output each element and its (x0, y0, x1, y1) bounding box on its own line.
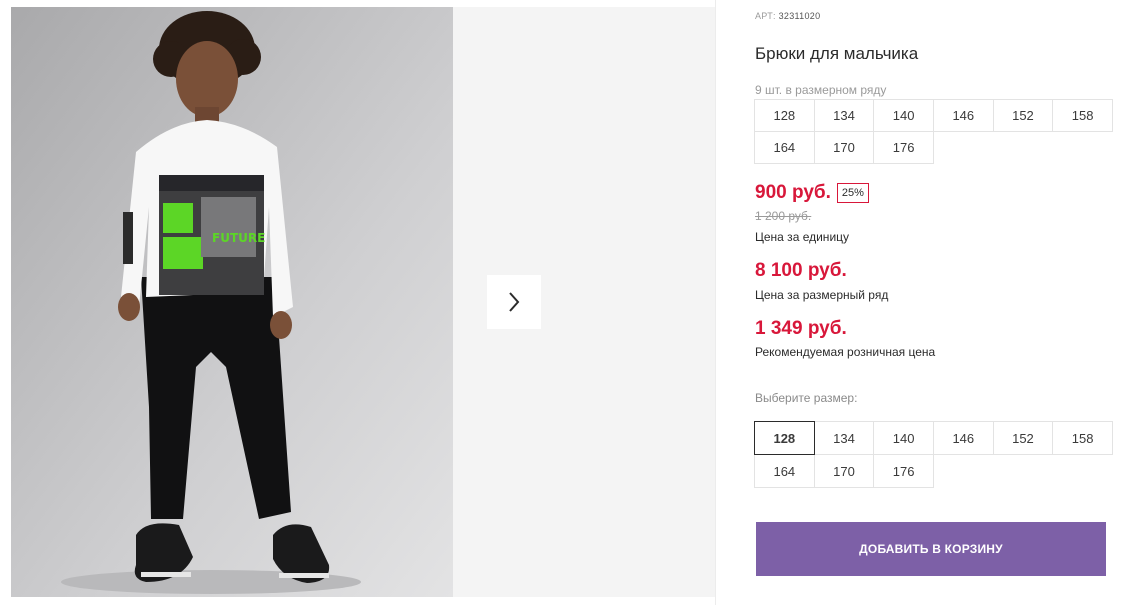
size-option[interactable]: 164 (754, 454, 815, 488)
add-to-cart-button[interactable]: ДОБАВИТЬ В КОРЗИНУ (756, 522, 1106, 576)
unit-price-caption: Цена за единицу (755, 230, 850, 244)
retail-price-caption: Рекомендуемая розничная цена (755, 345, 936, 359)
unit-price: 900 руб. (755, 182, 831, 203)
size-option[interactable]: 134 (813, 421, 875, 455)
size-option[interactable]: 158 (1052, 421, 1113, 455)
size-option[interactable]: 140 (873, 421, 934, 455)
column-divider (715, 0, 716, 605)
article-number: АРТ: 32311020 (755, 11, 820, 21)
discount-badge: 25% (836, 183, 869, 203)
print-text: FUTURE (212, 231, 265, 245)
size-option[interactable]: 146 (932, 421, 994, 455)
pack-price: 8 100 руб. (755, 260, 847, 281)
pack-size-cell: 170 (813, 131, 875, 164)
size-option[interactable]: 170 (813, 454, 875, 488)
chevron-right-icon (509, 292, 520, 312)
product-photo: FUTURE (11, 7, 453, 597)
product-gallery: FUTURE (0, 0, 716, 605)
boy-model-illustration: FUTURE (11, 7, 453, 597)
size-select-label: Выберите размер: (755, 391, 858, 405)
product-title: Брюки для мальчика (755, 44, 919, 63)
pack-size-grid: 128 134 140 146 152 158 164 170 176 (754, 99, 1113, 164)
pack-size-cell: 128 (754, 99, 815, 132)
next-photo-button[interactable] (487, 275, 541, 329)
pack-size-cell: 134 (813, 99, 875, 132)
old-price: 1 200 руб. (755, 209, 812, 223)
pack-price-caption: Цена за размерный ряд (755, 288, 889, 302)
size-selector: 128 134 140 146 152 158 164 170 176 (754, 421, 1113, 488)
pack-size-cell: 152 (992, 99, 1054, 132)
pack-size-cell: 140 (873, 99, 934, 132)
size-option[interactable]: 176 (873, 454, 934, 488)
pack-size-cell: 158 (1052, 99, 1113, 132)
pack-size-cell: 146 (932, 99, 994, 132)
pack-size-cell: 176 (873, 131, 934, 164)
pack-size-cell: 164 (754, 131, 815, 164)
unit-price-row: 900 руб. 25% (755, 182, 869, 204)
pack-note: 9 шт. в размерном ряду (755, 83, 887, 97)
size-option[interactable]: 128 (754, 421, 815, 455)
article-label: АРТ: (755, 11, 776, 21)
article-value: 32311020 (778, 11, 821, 21)
size-option[interactable]: 152 (992, 421, 1054, 455)
retail-price: 1 349 руб. (755, 318, 847, 339)
